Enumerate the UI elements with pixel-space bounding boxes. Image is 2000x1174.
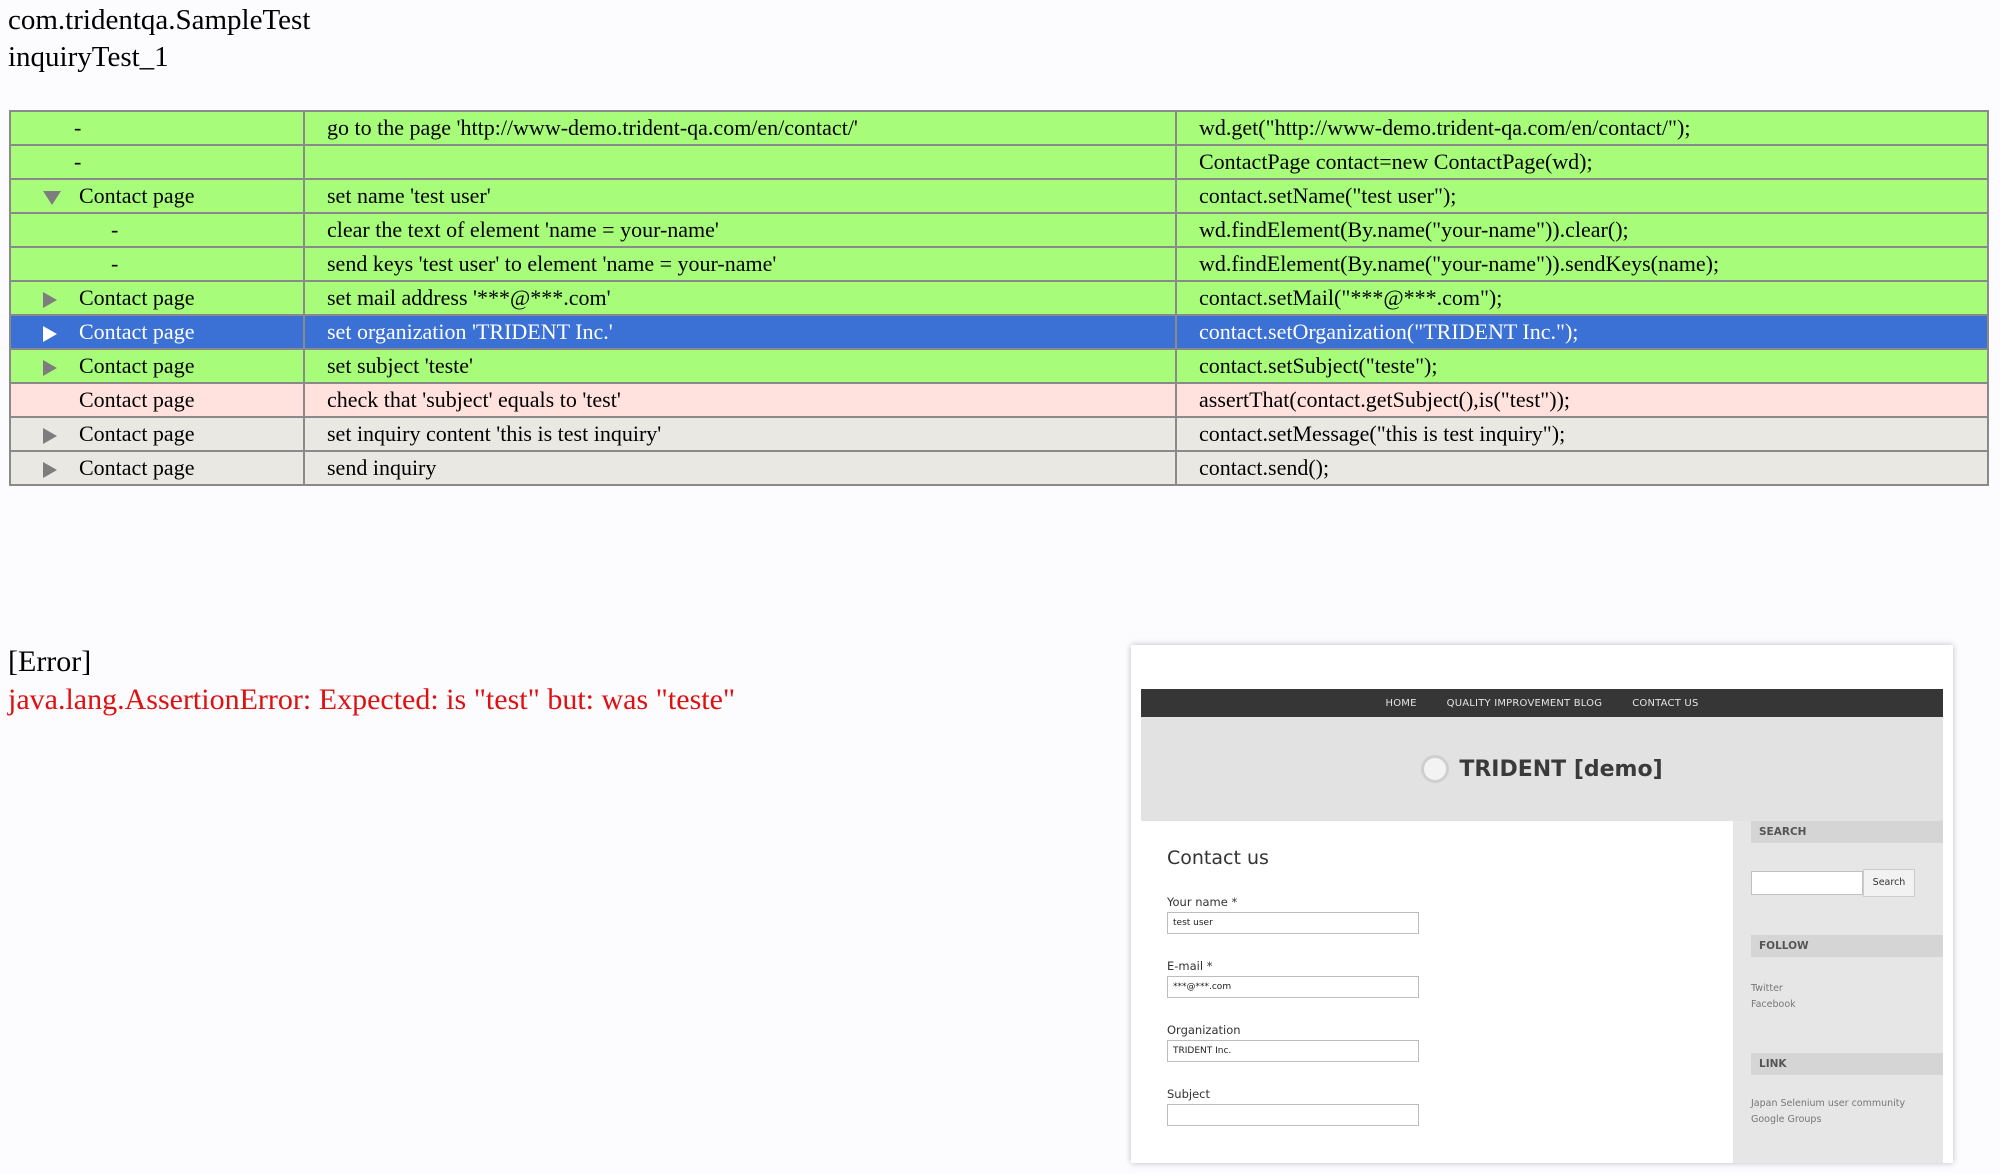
step-row[interactable]: Contact page set name 'test user' contact.… (9, 178, 1989, 214)
step-row[interactable]: Contact page set organization 'TRIDENT In… (9, 314, 1989, 350)
step-row[interactable]: Contact page set mail address '***@***.co… (9, 280, 1989, 316)
step-action-cell (303, 144, 1177, 180)
error-message: java.lang.AssertionError: Expected: is "… (8, 683, 736, 716)
step-action-cell: set organization 'TRIDENT Inc.' (303, 314, 1177, 350)
field-input-subject (1167, 1104, 1419, 1126)
step-action-cell: send keys 'test user' to element 'name =… (303, 246, 1177, 282)
nav-blog: QUALITY IMPROVEMENT BLOG (1446, 697, 1603, 709)
step-code-cell: contact.setName("test user"); (1175, 178, 1989, 214)
step-page-label: Contact page (79, 455, 195, 480)
nav-home: HOME (1385, 697, 1417, 709)
step-page-label: - (111, 217, 119, 242)
test-steps-table: - go to the page 'http://www-demo.trident… (9, 110, 1989, 486)
step-page-cell: - (9, 246, 305, 282)
step-page-label: - (74, 115, 82, 140)
step-code-cell: assertThat(contact.getSubject(),is("test… (1175, 382, 1989, 418)
step-page-cell: Contact page (9, 348, 305, 384)
field-label-email: E-mail * (1167, 959, 1213, 973)
field-input-organization: TRIDENT Inc. (1167, 1040, 1419, 1062)
report-header: com.tridentqa.SampleTest inquiryTest_1 (8, 2, 310, 76)
sidebar-link-facebook: Facebook (1751, 999, 1796, 1010)
step-code-cell: contact.setMail("***@***.com"); (1175, 280, 1989, 316)
sidebar-heading-follow: FOLLOW (1751, 935, 1943, 957)
step-page-cell: Contact page (9, 450, 305, 486)
step-code-cell: wd.findElement(By.name("your-name")).cle… (1175, 212, 1989, 248)
step-action-cell: set inquiry content 'this is test inquir… (303, 416, 1177, 452)
sidebar-link-twitter: Twitter (1751, 983, 1783, 994)
step-page-cell: Contact page (9, 178, 305, 214)
site-banner: TRIDENT [demo] (1141, 717, 1943, 821)
step-page-cell: Contact page (9, 280, 305, 316)
step-page-label: Contact page (79, 183, 195, 208)
sidebar-heading-link: LINK (1751, 1053, 1943, 1075)
step-page-label: Contact page (79, 319, 195, 344)
step-page-cell: - (9, 212, 305, 248)
collapsed-triangle-icon[interactable] (43, 325, 57, 342)
step-action-cell: set mail address '***@***.com' (303, 280, 1177, 316)
test-method-name: inquiryTest_1 (8, 41, 169, 73)
step-page-label: - (111, 251, 119, 276)
step-code-cell: contact.setSubject("teste"); (1175, 348, 1989, 384)
trident-logo-icon (1421, 755, 1450, 783)
step-code-cell: wd.findElement(By.name("your-name")).sen… (1175, 246, 1989, 282)
step-action-cell: set subject 'teste' (303, 348, 1177, 384)
step-page-label: Contact page (79, 285, 195, 310)
step-row[interactable]: Contact page check that 'subject' equals … (9, 382, 1989, 418)
field-label-name: Your name * (1167, 895, 1238, 909)
step-code-cell: ContactPage contact=new ContactPage(wd); (1175, 144, 1989, 180)
step-page-cell: - (9, 110, 305, 146)
sidebar-heading-search: SEARCH (1751, 821, 1943, 843)
step-code-cell: contact.setMessage("this is test inquiry… (1175, 416, 1989, 452)
step-code-cell: contact.setOrganization("TRIDENT Inc."); (1175, 314, 1989, 350)
field-label-organization: Organization (1167, 1023, 1241, 1037)
nav-contact: CONTACT US (1632, 697, 1699, 709)
step-page-cell: Contact page (9, 416, 305, 452)
sidebar-search-button: Search (1863, 869, 1915, 897)
site-sidebar: SEARCH Search FOLLOW Twitter Facebook LI… (1733, 821, 1943, 1163)
step-action-cell: clear the text of element 'name = your-n… (303, 212, 1177, 248)
step-row[interactable]: - send keys 'test user' to element 'name … (9, 246, 1989, 282)
screenshot-site: HOME QUALITY IMPROVEMENT BLOG CONTACT US… (1141, 689, 1943, 1163)
step-action-cell: send inquiry (303, 450, 1177, 486)
step-code-cell: wd.get("http://www-demo.trident-qa.com/e… (1175, 110, 1989, 146)
error-title: [Error] (8, 645, 92, 678)
step-row[interactable]: - ContactPage contact=new ContactPage(wd)… (9, 144, 1989, 180)
contact-panel: Contact us Your name * test user E-mail … (1141, 821, 1733, 1163)
step-code-cell: contact.send(); (1175, 450, 1989, 486)
field-label-subject: Subject (1167, 1087, 1210, 1101)
field-input-email: ***@***.com (1167, 976, 1419, 998)
collapsed-triangle-icon[interactable] (43, 427, 57, 444)
collapsed-triangle-icon[interactable] (43, 461, 57, 478)
collapsed-triangle-icon[interactable] (43, 359, 57, 376)
step-action-cell: set name 'test user' (303, 178, 1177, 214)
step-page-label: - (74, 149, 82, 174)
site-nav: HOME QUALITY IMPROVEMENT BLOG CONTACT US (1141, 689, 1943, 717)
contact-title: Contact us (1167, 847, 1269, 869)
step-page-label: Contact page (79, 353, 195, 378)
step-row[interactable]: Contact page send inquiry contact.send(); (9, 450, 1989, 486)
step-row[interactable]: - clear the text of element 'name = your-… (9, 212, 1989, 248)
step-action-cell: check that 'subject' equals to 'test' (303, 382, 1177, 418)
sidebar-link-community: Japan Selenium user community Google Gro… (1751, 1098, 1906, 1125)
step-page-label: Contact page (79, 387, 195, 412)
step-page-cell: Contact page (9, 314, 305, 350)
step-page-cell: Contact page (9, 382, 305, 418)
site-title: TRIDENT [demo] (1459, 756, 1663, 782)
field-input-name: test user (1167, 912, 1419, 934)
sidebar-search-input (1751, 871, 1863, 895)
step-page-label: Contact page (79, 421, 195, 446)
step-row[interactable]: - go to the page 'http://www-demo.trident… (9, 110, 1989, 146)
step-action-cell: go to the page 'http://www-demo.trident-… (303, 110, 1177, 146)
expanded-triangle-icon[interactable] (43, 190, 61, 205)
step-row[interactable]: Contact page set subject 'teste' contact.s… (9, 348, 1989, 384)
failure-screenshot: HOME QUALITY IMPROVEMENT BLOG CONTACT US… (1131, 645, 1953, 1163)
collapsed-triangle-icon[interactable] (43, 291, 57, 308)
step-page-cell: - (9, 144, 305, 180)
test-class-name: com.tridentqa.SampleTest (8, 4, 311, 36)
step-row[interactable]: Contact page set inquiry content 'this is… (9, 416, 1989, 452)
